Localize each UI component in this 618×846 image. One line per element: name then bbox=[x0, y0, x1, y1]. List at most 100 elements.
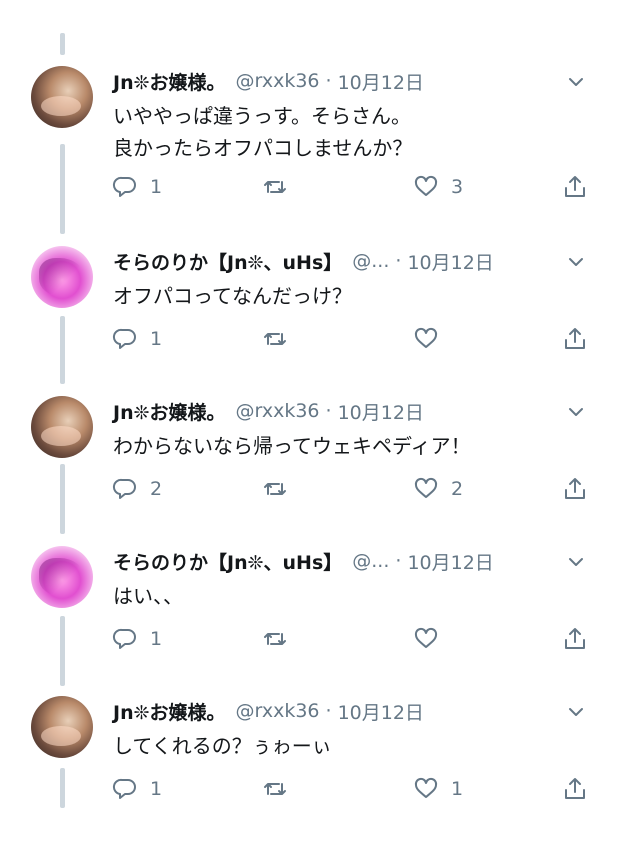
tweet-text-line: 良かったらオフパコしませんか？ bbox=[113, 136, 413, 160]
timestamp[interactable]: 10月12日 bbox=[338, 398, 424, 425]
reply-count: 2 bbox=[150, 478, 163, 500]
timestamp[interactable]: 10月12日 bbox=[338, 68, 424, 95]
retweet-button[interactable] bbox=[262, 324, 300, 354]
reply-button[interactable]: 2 bbox=[112, 474, 162, 504]
tweet-text: わからないなら帰ってウェキペディア！ bbox=[113, 430, 471, 462]
avatar[interactable] bbox=[31, 696, 93, 758]
avatar[interactable] bbox=[31, 246, 93, 308]
reply-count: 1 bbox=[150, 176, 163, 198]
timestamp[interactable]: 10月12日 bbox=[407, 548, 493, 575]
reply-icon bbox=[112, 628, 136, 649]
like-button[interactable] bbox=[413, 624, 451, 654]
separator-dot: · bbox=[395, 550, 402, 572]
timestamp[interactable]: 10月12日 bbox=[338, 698, 424, 725]
separator-dot: · bbox=[325, 70, 332, 92]
like-count: 2 bbox=[451, 478, 464, 500]
heart-icon bbox=[414, 327, 438, 348]
heart-icon bbox=[414, 175, 438, 196]
tweet-text: オフパコってなんだっけ？ bbox=[113, 280, 352, 312]
like-count: 1 bbox=[451, 778, 464, 800]
reply-count: 1 bbox=[150, 628, 163, 650]
author-name[interactable]: Jn❊お嬢様。 bbox=[113, 68, 226, 95]
share-button[interactable] bbox=[562, 774, 588, 804]
chevron-down-icon[interactable] bbox=[566, 702, 586, 722]
chevron-down-icon[interactable] bbox=[566, 252, 586, 272]
tweet-text-line: わからないなら帰ってウェキペディア！ bbox=[113, 434, 471, 458]
tweet-text-line: いややっぱ違うっす。そらさん。 bbox=[113, 104, 411, 128]
share-icon bbox=[565, 176, 585, 197]
like-button[interactable]: 3 bbox=[413, 172, 463, 202]
retweet-icon bbox=[264, 181, 286, 193]
author-handle[interactable]: @... bbox=[352, 250, 389, 272]
tweet-text: いややっぱ違うっす。そらさん。 良かったらオフパコしませんか？ bbox=[113, 100, 412, 164]
reply-button[interactable]: 1 bbox=[112, 624, 162, 654]
retweet-icon bbox=[264, 333, 286, 345]
tweet-header: そらのりか【Jn❊、uHs】 @... · 10月12日 bbox=[113, 246, 583, 276]
like-button[interactable]: 2 bbox=[413, 474, 463, 504]
share-button[interactable] bbox=[562, 324, 588, 354]
chevron-down-icon[interactable] bbox=[566, 402, 586, 422]
separator-dot: · bbox=[325, 400, 332, 422]
avatar[interactable] bbox=[31, 396, 93, 458]
tweet[interactable]: Jn❊お嬢様。 @rxxk36 · 10月12日 いややっぱ違うっす。そらさん。… bbox=[0, 66, 618, 216]
reply-icon bbox=[112, 328, 136, 349]
tweet-text-line: オフパコってなんだっけ？ bbox=[113, 284, 352, 308]
thread-line bbox=[60, 33, 65, 55]
tweet-header: そらのりか【Jn❊、uHs】 @... · 10月12日 bbox=[113, 546, 583, 576]
author-handle[interactable]: @rxxk36 bbox=[236, 400, 320, 422]
avatar[interactable] bbox=[31, 66, 93, 128]
retweet-icon bbox=[264, 483, 286, 495]
like-count: 3 bbox=[451, 176, 464, 198]
tweet-text-line: はい、、 bbox=[113, 584, 183, 608]
share-button[interactable] bbox=[562, 474, 588, 504]
retweet-button[interactable] bbox=[262, 774, 300, 804]
share-icon bbox=[565, 478, 585, 499]
retweet-button[interactable] bbox=[262, 624, 300, 654]
author-handle[interactable]: @rxxk36 bbox=[236, 700, 320, 722]
author-name[interactable]: そらのりか【Jn❊、uHs】 bbox=[113, 548, 342, 575]
tweet[interactable]: Jn❊お嬢様。 @rxxk36 · 10月12日 わからないなら帰ってウェキペデ… bbox=[0, 396, 618, 546]
author-handle[interactable]: @... bbox=[352, 550, 389, 572]
tweet-actions: 1 3 bbox=[0, 172, 618, 202]
tweet[interactable]: そらのりか【Jn❊、uHs】 @... · 10月12日 はい、、 1 bbox=[0, 546, 618, 696]
chevron-down-icon[interactable] bbox=[566, 72, 586, 92]
share-icon bbox=[565, 328, 585, 349]
author-handle[interactable]: @rxxk36 bbox=[236, 70, 320, 92]
avatar[interactable] bbox=[31, 546, 93, 608]
retweet-icon bbox=[264, 633, 286, 645]
reply-icon bbox=[112, 778, 136, 799]
reply-button[interactable]: 1 bbox=[112, 324, 162, 354]
tweet-actions: 1 1 bbox=[0, 774, 618, 804]
retweet-button[interactable] bbox=[262, 172, 300, 202]
reply-icon bbox=[112, 478, 136, 499]
heart-icon bbox=[414, 777, 438, 798]
share-button[interactable] bbox=[562, 624, 588, 654]
author-name[interactable]: そらのりか【Jn❊、uHs】 bbox=[113, 248, 342, 275]
tweet-header: Jn❊お嬢様。 @rxxk36 · 10月12日 bbox=[113, 396, 583, 426]
reply-button[interactable]: 1 bbox=[112, 172, 162, 202]
author-name[interactable]: Jn❊お嬢様。 bbox=[113, 698, 226, 725]
tweet-text: してくれるの？ぅゎーぃ bbox=[113, 730, 332, 762]
reply-count: 1 bbox=[150, 328, 163, 350]
tweet-text: はい、、 bbox=[113, 580, 183, 612]
separator-dot: · bbox=[395, 250, 402, 272]
author-name[interactable]: Jn❊お嬢様。 bbox=[113, 398, 226, 425]
reply-icon bbox=[112, 176, 136, 197]
like-button[interactable]: 1 bbox=[413, 774, 463, 804]
chevron-down-icon[interactable] bbox=[566, 552, 586, 572]
share-icon bbox=[565, 778, 585, 799]
retweet-button[interactable] bbox=[262, 474, 300, 504]
retweet-icon bbox=[264, 783, 286, 795]
tweet-actions: 1 bbox=[0, 624, 618, 654]
tweet[interactable]: そらのりか【Jn❊、uHs】 @... · 10月12日 オフパコってなんだっけ… bbox=[0, 246, 618, 396]
share-button[interactable] bbox=[562, 172, 588, 202]
tweet-actions: 1 bbox=[0, 324, 618, 354]
tweet-text-line: してくれるの？ぅゎーぃ bbox=[113, 734, 332, 758]
tweet[interactable]: Jn❊お嬢様。 @rxxk36 · 10月12日 してくれるの？ぅゎーぃ 1 1 bbox=[0, 696, 618, 846]
like-button[interactable] bbox=[413, 324, 451, 354]
heart-icon bbox=[414, 627, 438, 648]
reply-button[interactable]: 1 bbox=[112, 774, 162, 804]
tweet-actions: 2 2 bbox=[0, 474, 618, 504]
timestamp[interactable]: 10月12日 bbox=[407, 248, 493, 275]
reply-count: 1 bbox=[150, 778, 163, 800]
